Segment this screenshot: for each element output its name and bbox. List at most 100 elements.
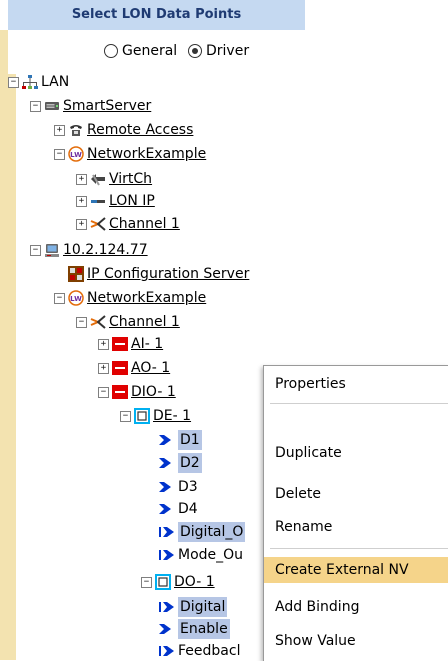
tree-node-label: SmartServer xyxy=(63,98,152,114)
tree-node-label: LAN xyxy=(41,74,70,90)
driver-radio[interactable]: Driver xyxy=(188,36,249,66)
device-icon xyxy=(112,337,128,351)
tree-node-label: LON IP xyxy=(109,193,155,209)
tree-node-feedback[interactable]: Feedbacl xyxy=(159,641,240,661)
collapse-toggle[interactable]: − xyxy=(120,410,131,422)
menu-separator xyxy=(270,403,448,404)
left-gutter xyxy=(0,30,8,660)
tree-node-ai-1[interactable]: + AI- 1 xyxy=(98,334,163,354)
tree-node-virtch[interactable]: + VirtCh xyxy=(76,169,152,189)
tree-node-label: Remote Access xyxy=(87,122,194,138)
tree-node-networkexample[interactable]: − LW NetworkExample xyxy=(54,144,206,164)
tree-node-label: DO- 1 xyxy=(174,574,215,590)
expand-toggle[interactable]: + xyxy=(98,362,109,374)
tree-node-label: 10.2.124.77 xyxy=(63,242,148,258)
tree-node-channel-1[interactable]: + Channel 1 xyxy=(76,214,180,234)
collapse-toggle[interactable]: − xyxy=(141,576,152,588)
tree-node-de-1[interactable]: − DE- 1 xyxy=(120,406,191,426)
tree-node-label: Enable xyxy=(178,619,230,639)
tree-node-label: NetworkExample xyxy=(87,146,207,162)
tree-node-enable[interactable]: Enable xyxy=(159,619,230,639)
output-nv-icon xyxy=(159,646,174,656)
expand-toggle[interactable]: + xyxy=(76,218,87,230)
collapse-toggle[interactable]: − xyxy=(30,244,41,256)
tree-node-label: AO- 1 xyxy=(131,360,171,376)
tree-node-d4[interactable]: D4 xyxy=(159,499,198,519)
tree-node-smartserver[interactable]: − SmartServer xyxy=(30,96,151,116)
general-radio[interactable]: General xyxy=(104,36,177,66)
collapse-toggle[interactable]: − xyxy=(54,148,65,160)
virtual-channel-icon xyxy=(91,174,105,186)
driver-radio-circle[interactable] xyxy=(188,44,202,58)
phone-icon xyxy=(70,125,82,136)
menu-item-create-external-nv[interactable]: Create External NV xyxy=(264,557,448,583)
network-icon xyxy=(22,75,38,89)
menu-item-rename[interactable]: Rename xyxy=(264,514,448,540)
tree-node-label: D1 xyxy=(178,430,202,450)
general-radio-circle[interactable] xyxy=(104,44,118,58)
output-nv-icon xyxy=(159,602,174,612)
tree-node-label: Channel 1 xyxy=(109,314,180,330)
tree-node-d3[interactable]: D3 xyxy=(159,477,198,497)
channel-icon xyxy=(90,217,106,231)
computer-icon xyxy=(45,244,59,257)
tree-node-lon-ip[interactable]: + LON IP xyxy=(76,191,155,211)
output-nv-icon xyxy=(159,550,174,560)
tree-node-label: Digital xyxy=(178,597,228,617)
panel-title: Select LON Data Points xyxy=(8,0,305,30)
lonworks-network-icon: LW xyxy=(68,290,84,306)
tree-node-label: D4 xyxy=(178,501,198,517)
tree-node-label: DE- 1 xyxy=(153,408,192,424)
tree-node-label: Mode_Ou xyxy=(178,547,244,563)
collapse-toggle[interactable]: − xyxy=(98,386,109,398)
tree-node-ip-address[interactable]: − 10.2.124.77 xyxy=(30,240,148,260)
tree-node-d2[interactable]: D2 xyxy=(159,453,202,473)
tree-node-ao-1[interactable]: + AO- 1 xyxy=(98,358,170,378)
tree-node-mode-ou[interactable]: Mode_Ou xyxy=(159,545,243,565)
tree-node-ip-config-server[interactable]: IP Configuration Server xyxy=(68,264,249,284)
lonworks-network-icon: LW xyxy=(68,146,84,162)
expand-toggle[interactable]: + xyxy=(54,124,65,136)
tree-node-lan[interactable]: − LAN xyxy=(8,72,69,92)
menu-item-delete[interactable]: Delete xyxy=(264,481,448,507)
tree-node-dio-1[interactable]: − DIO- 1 xyxy=(98,382,176,402)
collapse-toggle[interactable]: − xyxy=(8,76,19,88)
expand-toggle[interactable]: + xyxy=(76,195,87,207)
collapse-toggle[interactable]: − xyxy=(54,292,65,304)
tree-node-do-1[interactable]: − DO- 1 xyxy=(141,572,215,592)
input-nv-icon xyxy=(159,504,171,514)
tree-node-label: DIO- 1 xyxy=(131,384,176,400)
tree-node-networkexample-2[interactable]: − LW NetworkExample xyxy=(54,288,206,308)
menu-item-duplicate[interactable]: Duplicate xyxy=(264,440,448,466)
menu-item-show-value[interactable]: Show Value xyxy=(264,628,448,654)
collapse-toggle[interactable]: − xyxy=(30,100,41,112)
input-nv-icon xyxy=(159,458,171,468)
expand-toggle[interactable]: + xyxy=(76,173,87,185)
tree-node-label: VirtCh xyxy=(109,171,153,187)
menu-item-add-binding[interactable]: Add Binding xyxy=(264,594,448,620)
tree-node-remote-access[interactable]: + Remote Access xyxy=(54,120,193,140)
expand-toggle[interactable]: + xyxy=(98,338,109,350)
device-icon xyxy=(112,361,128,375)
input-nv-icon xyxy=(159,435,171,445)
tree-node-channel-1b[interactable]: − Channel 1 xyxy=(76,312,180,332)
tree-node-label: D2 xyxy=(178,453,202,473)
functional-block-icon xyxy=(134,408,150,424)
tree-node-label: AI- 1 xyxy=(131,336,164,352)
menu-separator xyxy=(270,548,448,549)
svg-text:LW: LW xyxy=(70,295,82,303)
tree-node-label: Channel 1 xyxy=(109,216,180,232)
menu-item-properties[interactable]: Properties xyxy=(264,371,448,397)
tree-node-digital[interactable]: Digital xyxy=(159,597,228,617)
driver-radio-label: Driver xyxy=(206,43,250,59)
lon-ip-icon xyxy=(91,200,105,203)
tree-gutter xyxy=(8,74,16,660)
functional-block-icon xyxy=(155,574,171,590)
ip-config-server-icon xyxy=(68,266,84,282)
tree-node-label: IP Configuration Server xyxy=(87,266,250,282)
tree-node-d1[interactable]: D1 xyxy=(159,430,202,450)
input-nv-icon xyxy=(159,624,171,634)
device-icon xyxy=(112,385,128,399)
tree-node-digital-o[interactable]: Digital_O xyxy=(159,522,246,542)
collapse-toggle[interactable]: − xyxy=(76,316,87,328)
